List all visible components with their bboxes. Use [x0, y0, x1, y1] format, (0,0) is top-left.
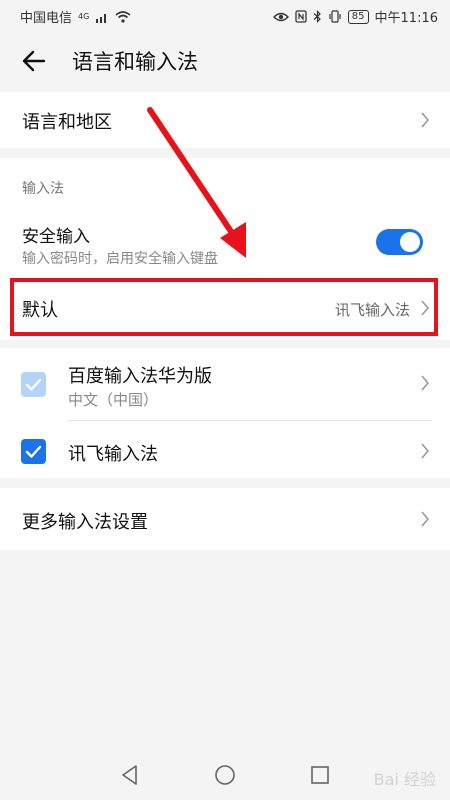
watermark: Bai 经验	[373, 770, 436, 789]
nav-home-icon[interactable]	[213, 763, 237, 787]
navigation-bar: Bai 经验	[0, 745, 450, 800]
nav-recents-icon[interactable]	[308, 763, 332, 787]
annotation-arrow	[147, 107, 246, 258]
annotation-highlight-box	[10, 278, 438, 336]
nav-back-icon[interactable]	[118, 763, 142, 787]
